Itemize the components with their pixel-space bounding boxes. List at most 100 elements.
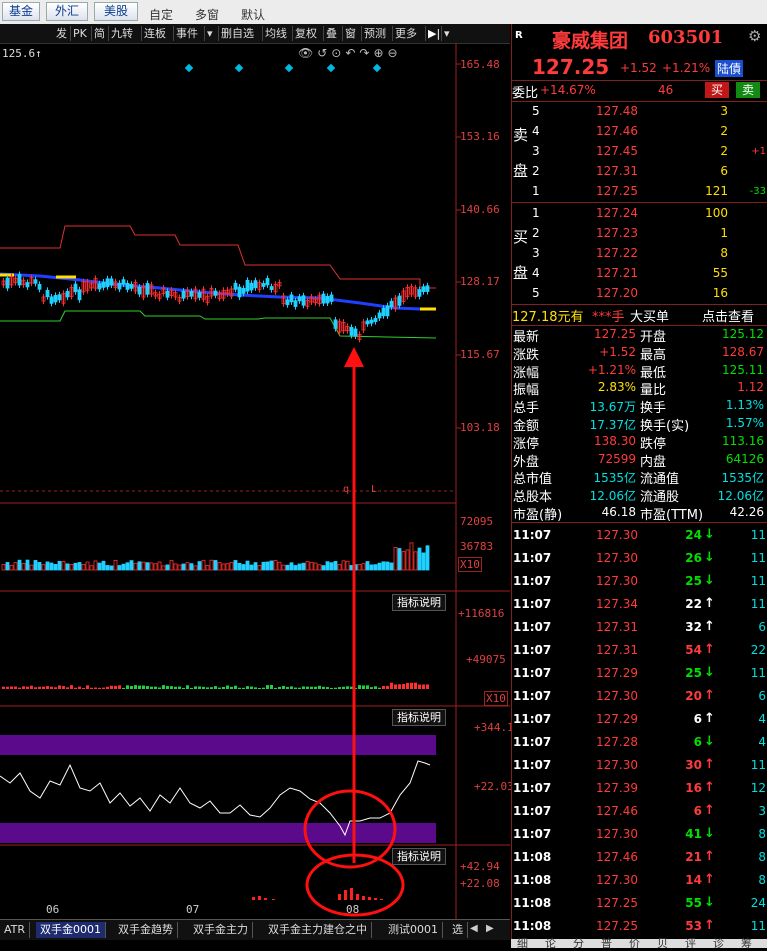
tab-shuangshoujin-accumulation[interactable]: 双手金主力建仓之中 — [264, 922, 372, 938]
quote-tab[interactable]: 诊 — [713, 935, 724, 951]
volume-bar — [405, 549, 410, 571]
sell-order-row[interactable]: 3 127.45 2 +1 — [512, 142, 767, 162]
stat-row: 总股本 12.06亿 流通股 12.06亿 — [512, 486, 767, 505]
toolbar-item-forecast[interactable]: 预测 — [361, 26, 388, 41]
volume-bar — [29, 564, 34, 571]
indicator-bar — [178, 686, 181, 689]
toolbar-item-send[interactable]: 发 — [54, 26, 69, 41]
candle-body — [329, 294, 334, 302]
toolbar-item-ma[interactable]: 均线 — [262, 26, 289, 41]
tab-scroll-right-icon[interactable]: ▶ — [486, 923, 494, 934]
expand-right-icon[interactable]: ▶| — [425, 26, 442, 41]
toolbar-item-overlay[interactable]: 叠 — [323, 26, 339, 41]
indicator-bar — [22, 686, 25, 689]
buy-button[interactable]: 买 — [705, 82, 729, 98]
indicator-bar — [46, 686, 49, 689]
stat-label: 总手 — [513, 401, 540, 417]
topbar-item-default[interactable]: 默认 — [241, 6, 265, 23]
sell-order-row[interactable]: 1 127.25 121 -33 — [512, 182, 767, 202]
quote-tab[interactable]: 贝 — [657, 935, 668, 951]
tab-select[interactable]: 选 — [448, 922, 468, 938]
quote-tab[interactable]: 普 — [601, 935, 612, 951]
kline-chart[interactable]: 125.6↑ 👁↺⊙↶↷⊕⊖ 165.48 153.16 140.66 128.… — [0, 43, 514, 920]
topbar-button-forex[interactable]: 外汇 — [46, 2, 88, 21]
buy-order-row[interactable]: 4 127.21 55 — [512, 264, 767, 284]
volume-bar — [281, 564, 286, 571]
volume-bar — [205, 565, 210, 571]
sell-order-row[interactable]: 4 127.46 2 — [512, 122, 767, 142]
toolbar-item-jiuzhuan[interactable]: 九转 — [108, 26, 135, 41]
settings-gear-icon[interactable]: ⚙ — [748, 27, 761, 45]
sell-button[interactable]: 卖 — [736, 82, 760, 98]
stat-label: 涨跌 — [513, 347, 540, 363]
indicator-help-button[interactable]: 指标说明 — [392, 709, 446, 726]
buy-order-row[interactable]: 5 127.20 16 — [512, 284, 767, 304]
chart-tool-icons[interactable]: 👁↺⊙↶↷⊕⊖ — [298, 46, 402, 60]
indicator-bar — [50, 686, 53, 689]
buy-order-row[interactable]: 2 127.23 1 — [512, 224, 767, 244]
volume-bar — [337, 564, 342, 571]
tab-test-0001[interactable]: 测试0001 — [384, 922, 443, 938]
volume-bar — [149, 562, 154, 571]
quote-tab[interactable]: 价 — [629, 935, 640, 951]
big-order-row[interactable]: 127.18元有 ***手 大买单 点击查看 — [512, 305, 767, 325]
toolbar-item-lianban[interactable]: 连板 — [141, 26, 168, 41]
topbar-button-fund[interactable]: 基金 — [2, 2, 40, 21]
quote-tab[interactable]: 评 — [685, 935, 696, 951]
arrow-up-icon: ↑ — [704, 803, 715, 818]
indicator-bar — [78, 686, 81, 689]
quote-tab[interactable]: 细 — [517, 935, 528, 951]
tab-shuangshoujin-trend[interactable]: 双手金趋势 — [114, 922, 178, 938]
volume-bar — [377, 562, 382, 571]
toolbar-dropdown-arrow-icon[interactable]: ▾ — [441, 26, 452, 41]
buy-order-row[interactable]: 1 127.24 100 — [512, 204, 767, 224]
indicator-help-button[interactable]: 指标说明 — [392, 594, 446, 611]
stat-row: 振幅 2.83% 量比 1.12 — [512, 379, 767, 398]
indicator-tabs: ATR 双手金0001 双手金趋势 双手金主力 双手金主力建仓之中 测试0001… — [0, 919, 510, 940]
toolbar-item-events[interactable]: 事件 — [173, 26, 200, 41]
indicator-bar — [158, 687, 161, 689]
indicator-help-button[interactable]: 指标说明 — [392, 848, 446, 865]
chart-canvas — [0, 43, 510, 920]
topbar-item-custom[interactable]: 自定 — [149, 6, 173, 23]
tab-shuangshoujin-main[interactable]: 双手金主力 — [189, 922, 253, 938]
toolbar-item-remove-watch[interactable]: 删自选 — [218, 26, 256, 41]
volume-bar — [253, 562, 258, 571]
candle-body — [97, 283, 102, 290]
candle-body — [365, 320, 370, 325]
sell-order-row[interactable]: 2 127.31 6 — [512, 162, 767, 182]
volume-bar — [9, 565, 14, 571]
indicator-bar — [346, 686, 349, 689]
order-level: 5 — [532, 286, 540, 300]
indicator-bar — [10, 686, 13, 689]
toolbar-item-simple[interactable]: 简 — [91, 26, 107, 41]
tab-scroll-left-icon[interactable]: ◀ — [470, 923, 478, 934]
stat-value: 127.25 — [594, 327, 636, 341]
indicator-bar — [38, 686, 41, 689]
stat-value: 128.67 — [722, 344, 764, 359]
indicator-bar — [254, 687, 257, 689]
candle-body — [385, 305, 390, 317]
quote-tab[interactable]: 筹 — [741, 935, 752, 951]
toolbar-item-window[interactable]: 窗 — [342, 26, 358, 41]
sell-order-row[interactable]: 5 127.48 3 — [512, 102, 767, 122]
toolbar-item-adjust[interactable]: 复权 — [292, 26, 319, 41]
stat-label: 内盘 — [640, 454, 667, 470]
buy-order-row[interactable]: 3 127.22 8 — [512, 244, 767, 264]
tick-price: 127.25 — [596, 896, 638, 910]
quote-tab[interactable]: 分 — [573, 935, 584, 951]
quote-tab[interactable]: 论 — [545, 935, 556, 951]
topbar-item-multiwindow[interactable]: 多窗 — [195, 6, 219, 23]
price-axis-label: 128.17 — [460, 275, 500, 288]
toolbar-dropdown[interactable]: ▾ — [204, 26, 215, 41]
tab-atr[interactable]: ATR — [0, 922, 31, 938]
quote-panel: R 豪威集团 603501 ⚙ 127.25 +1.52 +1.21% 陆債 委… — [511, 24, 767, 948]
toolbar-item-pk[interactable]: PK — [70, 26, 89, 41]
volume-bar — [89, 565, 94, 571]
topbar-button-us-stock[interactable]: 美股 — [94, 2, 138, 21]
big-order-view-link[interactable]: 点击查看 — [702, 306, 754, 325]
tab-shuangshoujin-0001[interactable]: 双手金0001 — [36, 922, 106, 938]
toolbar-item-more[interactable]: 更多 — [392, 26, 419, 41]
volume-bar — [305, 561, 310, 571]
volume-bar — [189, 563, 194, 571]
